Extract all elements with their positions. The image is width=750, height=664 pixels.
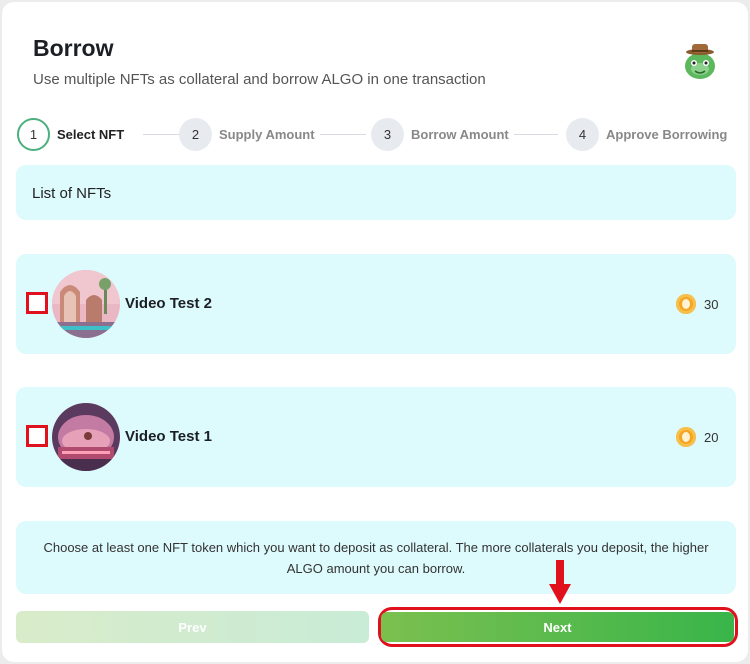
- step-borrow-amount[interactable]: 3 Borrow Amount: [371, 117, 509, 151]
- step-supply-amount[interactable]: 2 Supply Amount: [179, 117, 315, 151]
- step-connector: [514, 134, 558, 135]
- algo-coin-icon: [676, 294, 696, 314]
- info-text: Choose at least one NFT token which you …: [43, 540, 709, 576]
- nft-price: 20: [704, 430, 719, 445]
- step-select-nft[interactable]: 1 Select NFT: [17, 117, 124, 151]
- nft-thumbnail: [52, 403, 120, 471]
- nft-thumbnail: [52, 270, 120, 338]
- nft-checkbox[interactable]: [26, 292, 48, 314]
- step-connector: [320, 134, 366, 135]
- stepper: 1 Select NFT 2 Supply Amount 3 Borrow Am…: [17, 117, 737, 151]
- page-subtitle: Use multiple NFTs as collateral and borr…: [33, 71, 486, 88]
- nft-list-heading: List of NFTs: [32, 185, 112, 202]
- step-number: 4: [566, 117, 599, 151]
- page-title: Borrow: [33, 35, 114, 61]
- mascot-avatar-icon[interactable]: [682, 42, 718, 80]
- nft-list-header: List of NFTs: [16, 165, 736, 220]
- nft-name: Video Test 2: [125, 295, 212, 312]
- annotation-arrow-icon: [549, 560, 571, 604]
- nft-name: Video Test 1: [125, 428, 212, 445]
- nft-price: 30: [704, 297, 719, 312]
- list-item[interactable]: Video Test 2 30: [16, 254, 736, 354]
- step-number: 3: [371, 117, 404, 151]
- step-label: Borrow Amount: [411, 126, 509, 142]
- step-label: Supply Amount: [219, 126, 315, 142]
- list-item[interactable]: Video Test 1 20: [16, 387, 736, 487]
- step-number: 1: [17, 117, 50, 151]
- step-label: Select NFT: [57, 126, 125, 142]
- info-box: Choose at least one NFT token which you …: [16, 521, 736, 594]
- prev-button[interactable]: Prev: [16, 611, 369, 643]
- next-button[interactable]: Next: [381, 612, 734, 642]
- algo-coin-icon: [676, 427, 696, 447]
- step-approve-borrowing[interactable]: 4 Approve Borrowing: [566, 117, 727, 151]
- step-label: Approve Borrowing: [606, 126, 728, 142]
- nft-checkbox[interactable]: [26, 425, 48, 447]
- step-number: 2: [179, 117, 212, 151]
